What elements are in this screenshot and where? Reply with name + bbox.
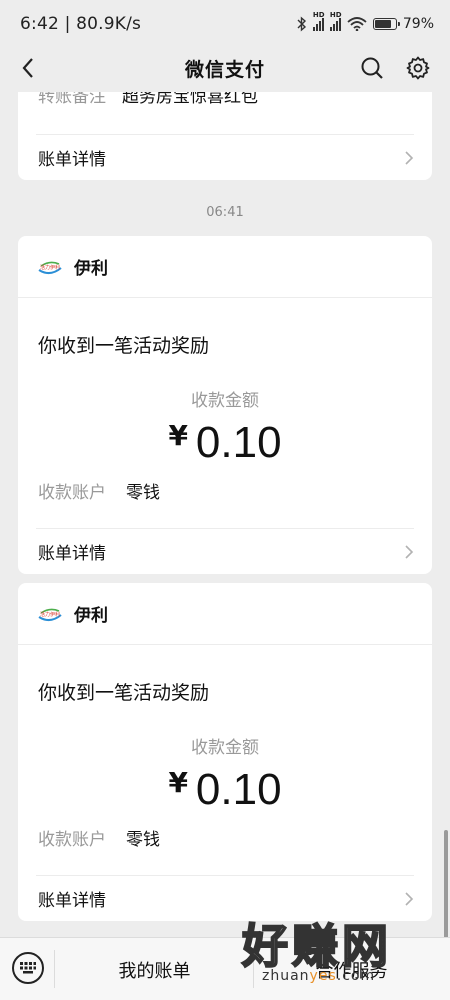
- prev-card: 转账备注 超务房宝惊喜红包 账单详情: [18, 92, 432, 180]
- bluetooth-icon: [297, 16, 306, 32]
- status-time-speed: 6:42 | 80.9K/s: [20, 14, 142, 34]
- account-label: 收款账户: [38, 830, 106, 850]
- payment-card: 活力伊利 伊利 你收到一笔活动奖励 收款金额 ¥0.10 收款账户 零钱 账单详…: [18, 236, 432, 574]
- merchant-name: 伊利: [74, 259, 108, 279]
- svg-text:活力伊利: 活力伊利: [40, 611, 60, 618]
- keyboard-toggle-button[interactable]: [12, 952, 44, 984]
- bill-detail-row[interactable]: 账单详情: [36, 875, 414, 921]
- amount-label: 收款金额: [191, 391, 259, 411]
- remark-value: 超务房宝惊喜红包: [122, 92, 258, 107]
- account-row: 收款账户 零钱: [38, 825, 160, 850]
- search-icon: [361, 57, 383, 79]
- chevron-left-icon: [22, 58, 33, 78]
- menu-my-bills[interactable]: 我的账单: [56, 938, 253, 1000]
- bottom-menu-bar: 我的账单 合作服务: [0, 937, 450, 1000]
- card-header[interactable]: 活力伊利 伊利: [18, 583, 432, 645]
- bill-detail-label: 账单详情: [38, 544, 106, 564]
- amount-value: ¥0.10: [18, 418, 432, 468]
- chevron-right-icon: [405, 891, 414, 906]
- divider: [54, 950, 55, 988]
- back-button[interactable]: [12, 52, 44, 84]
- currency-symbol: ¥: [168, 766, 188, 799]
- svg-text:活力伊利: 活力伊利: [40, 264, 60, 271]
- amount-number: 0.10: [195, 765, 282, 814]
- bill-detail-row[interactable]: 账单详情: [36, 528, 414, 574]
- merchant-name: 伊利: [74, 606, 108, 626]
- remark-label: 转账备注: [38, 92, 106, 107]
- message-list[interactable]: 转账备注 超务房宝惊喜红包 账单详情 06:41 活力伊利 伊利 你收到一笔活动…: [0, 92, 450, 937]
- card-header[interactable]: 活力伊利 伊利: [18, 236, 432, 298]
- status-icons: HD HD 79%: [297, 11, 434, 32]
- account-row: 收款账户 零钱: [38, 478, 160, 503]
- gear-icon: [406, 56, 430, 80]
- account-label: 收款账户: [38, 483, 106, 503]
- bill-detail-label: 账单详情: [38, 150, 106, 170]
- account-value: 零钱: [126, 483, 160, 503]
- signal-2-icon: HD: [329, 11, 342, 31]
- prev-remark-row: 转账备注 超务房宝惊喜红包: [38, 92, 258, 107]
- bill-detail-label: 账单详情: [38, 891, 106, 911]
- wifi-icon: [347, 17, 367, 31]
- scrollbar[interactable]: [444, 830, 448, 940]
- amount-label: 收款金额: [191, 738, 259, 758]
- bill-detail-row[interactable]: 账单详情: [36, 134, 414, 180]
- settings-button[interactable]: [402, 52, 434, 84]
- title-bar: 微信支付: [0, 48, 450, 88]
- payment-card: 活力伊利 伊利 你收到一笔活动奖励 收款金额 ¥0.10 收款账户 零钱 账单详…: [18, 583, 432, 921]
- page-title: 微信支付: [184, 58, 265, 81]
- battery-icon: [372, 18, 400, 30]
- amount-value: ¥0.10: [18, 765, 432, 815]
- notice-headline: 你收到一笔活动奖励: [38, 682, 210, 704]
- account-value: 零钱: [126, 830, 160, 850]
- status-bar: 6:42 | 80.9K/s HD HD 79%: [0, 0, 450, 48]
- amount-number: 0.10: [195, 418, 282, 467]
- menu-partner-services[interactable]: 合作服务: [253, 938, 450, 1000]
- yili-logo-icon: 活力伊利: [38, 606, 62, 622]
- chevron-right-icon: [405, 150, 414, 165]
- time-separator: 06:41: [206, 205, 244, 220]
- notice-headline: 你收到一笔活动奖励: [38, 335, 210, 357]
- search-button[interactable]: [356, 52, 388, 84]
- keyboard-icon: [20, 962, 36, 974]
- yili-logo-icon: 活力伊利: [38, 259, 62, 275]
- signal-1-icon: HD: [312, 11, 325, 31]
- currency-symbol: ¥: [168, 419, 188, 452]
- battery-percent: 79%: [402, 16, 434, 32]
- chevron-right-icon: [405, 544, 414, 559]
